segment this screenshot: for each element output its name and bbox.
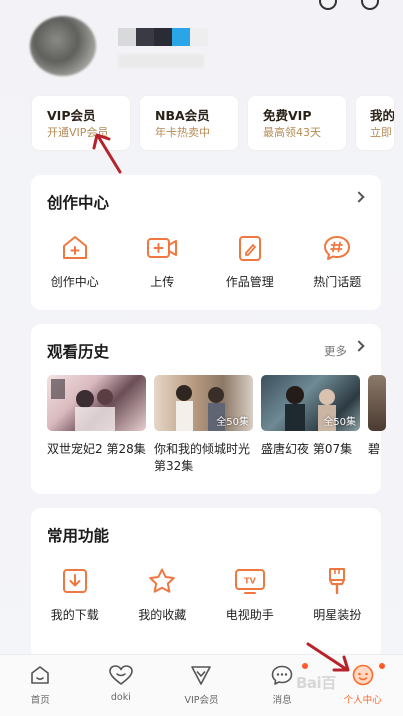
history-title: 盛唐幻夜 第07集 [261, 442, 353, 456]
hot-topic-icon [294, 233, 382, 263]
annotation-arrow [92, 133, 122, 174]
function-item-label: 电视助手 [225, 608, 274, 622]
creation-item-label: 上传 [150, 275, 175, 289]
vip-card-title: NBA会员 [155, 108, 210, 123]
section-title: 常用功能 [47, 527, 110, 545]
history-item[interactable]: 全50集 你和我的倾城时光 第32集 [154, 375, 253, 475]
upload-video-icon [119, 233, 207, 263]
creation-item-label: 热门话题 [313, 275, 362, 289]
home-icon [31, 666, 50, 684]
watermark: Bai百 [296, 674, 336, 692]
function-item-label: 明星装扮 [313, 608, 362, 622]
watch-history-card: 观看历史 更多 双世宠妃2 第28集 全50集 你和我的倾城时光 第32集 全5… [31, 324, 386, 494]
vip-card-title: VIP会员 [47, 108, 96, 123]
chevron-right-icon[interactable] [353, 191, 365, 203]
tab-label: doki [110, 692, 131, 703]
function-item-tv[interactable]: TV 电视助手 [206, 566, 294, 623]
star-icon [119, 566, 207, 596]
annotation-arrow [306, 642, 350, 672]
tab-doki[interactable]: doki [81, 655, 162, 716]
brush-icon [294, 566, 382, 596]
profile-icon [352, 664, 373, 686]
function-item-star-dress[interactable]: 明星装扮 [294, 566, 382, 623]
vip-card-subtitle: 最高领43天 [263, 126, 321, 139]
vip-diamond-icon [191, 666, 212, 685]
doki-heart-icon [109, 665, 133, 685]
history-item[interactable]: 双世宠妃2 第28集 [47, 375, 146, 475]
creation-item-upload[interactable]: 上传 [119, 233, 207, 290]
create-center-icon [31, 233, 119, 263]
user-level-blurred [118, 54, 204, 68]
episode-badge: 全50集 [323, 417, 356, 428]
vip-card-free[interactable]: 免费VIP 最高领43天 [247, 95, 347, 151]
creation-item-works[interactable]: 作品管理 [206, 233, 294, 290]
history-item[interactable]: 碧 [368, 375, 386, 475]
top-actions [319, 0, 379, 10]
tv-icon: TV [206, 566, 294, 596]
history-item[interactable]: 全50集 盛唐幻夜 第07集 [261, 375, 360, 475]
more-link[interactable]: 更多 [324, 343, 347, 359]
function-item-label: 我的下载 [50, 608, 99, 622]
message-icon [271, 665, 293, 685]
creation-center-card: 创作中心 创作中心 上传 作品管理 热门话题 [31, 175, 381, 310]
tab-label: 个人中心 [343, 695, 382, 706]
unread-dot [379, 663, 386, 669]
vip-card-subtitle: 年卡热卖中 [155, 126, 210, 139]
history-title: 你和我的倾城时光 第32集 [154, 442, 251, 473]
creation-item-create[interactable]: 创作中心 [31, 233, 119, 290]
vip-card-subtitle: 立即 [370, 126, 392, 139]
function-item-download[interactable]: 我的下载 [31, 566, 119, 623]
settings-icon[interactable] [361, 0, 379, 10]
vip-card-title: 免费VIP [263, 108, 312, 123]
avatar[interactable] [30, 16, 96, 76]
section-title: 观看历史 [47, 343, 110, 361]
history-title: 双世宠妃2 第28集 [47, 442, 146, 456]
download-icon [31, 566, 119, 596]
section-title: 创作中心 [47, 194, 110, 212]
search-icon[interactable] [319, 0, 337, 10]
tab-label: 首页 [30, 695, 50, 706]
creation-item-label: 创作中心 [50, 275, 99, 289]
vip-cards-row: VIP会员 开通VIP会员 NBA会员 年卡热卖中 免费VIP 最高领43天 我… [31, 95, 395, 151]
history-title: 碧 [368, 442, 381, 456]
episode-badge: 全50集 [216, 417, 249, 428]
vip-card-title: 我的 [370, 108, 395, 123]
common-functions-card: 常用功能 我的下载 我的收藏 TV 电视助手 明星装扮 [31, 508, 381, 658]
creation-item-topics[interactable]: 热门话题 [294, 233, 382, 290]
tab-label: VIP会员 [184, 695, 219, 706]
video-thumbnail: 全50集 [154, 375, 253, 431]
tab-home[interactable]: 首页 [0, 655, 81, 716]
video-thumbnail [368, 375, 386, 431]
vip-card-nba[interactable]: NBA会员 年卡热卖中 [139, 95, 239, 151]
creation-item-label: 作品管理 [225, 275, 274, 289]
video-thumbnail: 全50集 [261, 375, 360, 431]
video-thumbnail [47, 375, 146, 431]
tab-label: 消息 [272, 695, 292, 706]
username-blurred [118, 28, 208, 46]
works-manage-icon [206, 233, 294, 263]
tab-vip[interactable]: VIP会员 [161, 655, 242, 716]
function-item-label: 我的收藏 [138, 608, 187, 622]
vip-card-mine[interactable]: 我的 立即 [355, 95, 395, 151]
svg-text:TV: TV [244, 577, 256, 586]
function-item-favorites[interactable]: 我的收藏 [119, 566, 207, 623]
chevron-right-icon[interactable] [353, 340, 365, 352]
